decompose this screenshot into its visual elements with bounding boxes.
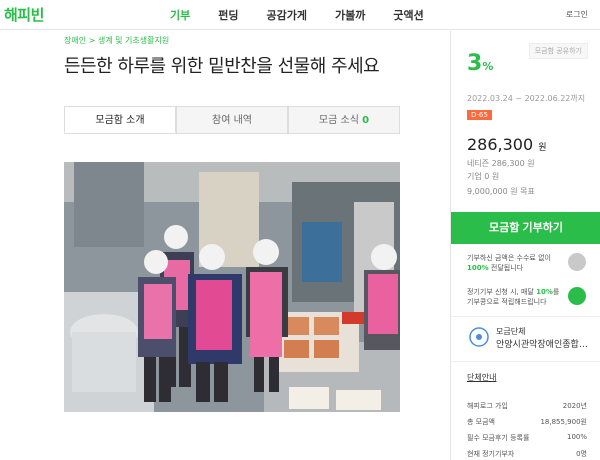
corporate-amount: 기업 0 원 [467,172,500,181]
organization-info-link[interactable]: 단체안내 [467,372,496,383]
main-nav: 기부 펀딩 공감가게 가볼까 굿액션 [170,7,452,23]
tab-intro-label: 모금함 소개 [95,115,145,126]
kitchen-volunteers-image [64,162,400,412]
stat-value: 100% [566,433,587,441]
percent-value: 3 [467,51,483,76]
nav-funding[interactable]: 펀딩 [218,7,238,23]
fundraising-period: 2022.03.24 ~ 2022.06.22까지 [467,94,586,103]
stat-label: 총 모금액 [467,418,495,426]
raised-amount: 286,300 원 [467,135,547,154]
fundraiser-tabs: 모금함 소개 참여 내역 모금 소식 0 [64,106,400,134]
goal-amount: 9,000,000 원 목표 [467,187,535,196]
top-navigation-bar: 해피빈 기부 펀딩 공감가게 가볼까 굿액션 로그인 [0,0,600,30]
nav-good-action[interactable]: 굿액션 [393,7,423,23]
stat-value: 2020년 [562,402,587,410]
divider [451,361,600,362]
login-link[interactable]: 로그인 [566,9,588,20]
stat-value: 18,855,900원 [540,418,587,426]
fee-info-highlight: 100% [467,264,489,272]
dday-badge: D-65 [467,110,492,120]
donate-button[interactable]: 모금함 기부하기 [451,212,600,244]
stat-value: 0명 [576,450,587,458]
fee-info: 기부하신 금액은 수수료 없이 100% 전달됩니다 [467,253,567,273]
regular-donation-info: 정기기부 신청 시, 매달 10%를 기부콩으로 적립해드립니다 [467,287,567,307]
fundraiser-photo [64,162,400,412]
organization-name[interactable]: 안양시관악장애인종합복지관 [496,337,596,350]
news-count: 0 [362,115,370,126]
category-breadcrumb[interactable]: 장애인 > 생계 및 기초생활지원 [64,35,169,46]
regular-info-highlight: 10% [536,288,553,296]
tab-participation[interactable]: 참여 내역 [176,106,288,133]
share-button[interactable]: 모금함 공유하기 [528,43,588,59]
stat-row: 해피로그 가입 2020년 [467,401,587,411]
progress-percent: 3% [467,51,493,76]
organization-logo-icon [469,327,489,347]
stat-label: 필수 모금후기 등록률 [467,434,530,442]
amount-value: 286,300 [467,135,534,154]
nav-donate[interactable]: 기부 [170,7,190,23]
nav-visit[interactable]: 가볼까 [335,7,365,23]
tab-news[interactable]: 모금 소식 0 [288,106,400,133]
coin-stack-icon [568,253,586,271]
stat-row: 현재 정기기부자 0명 [467,449,587,459]
organization-label: 모금단체 [496,327,526,336]
stat-label: 해피로그 가입 [467,402,508,410]
netizen-amount: 네티즌 286,300 원 [467,159,535,168]
percent-unit: % [482,60,494,73]
divider [451,316,600,317]
stat-label: 현재 정기기부자 [467,450,515,458]
tab-news-label: 모금 소식 [318,115,359,126]
stat-row: 필수 모금후기 등록률 100% [467,433,587,443]
tab-participation-label: 참여 내역 [212,115,252,126]
tab-intro[interactable]: 모금함 소개 [64,106,176,133]
fee-info-suffix: 전달됩니다 [490,264,524,272]
regular-info-text: 정기기부 신청 시, 매달 [467,288,534,296]
nav-store[interactable]: 공감가게 [267,7,307,23]
bean-icon [568,287,586,305]
stat-row: 총 모금액 18,855,900원 [467,417,587,427]
amount-unit: 원 [538,143,547,153]
page-title: 든든한 하루를 위한 밑반찬을 선물해 주세요 [64,56,380,77]
happybean-logo[interactable]: 해피빈 [4,4,44,25]
fee-info-text: 기부하신 금액은 수수료 없이 [467,254,551,262]
donation-sidebar: 3% 모금함 공유하기 2022.03.24 ~ 2022.06.22까지 D-… [450,31,600,460]
